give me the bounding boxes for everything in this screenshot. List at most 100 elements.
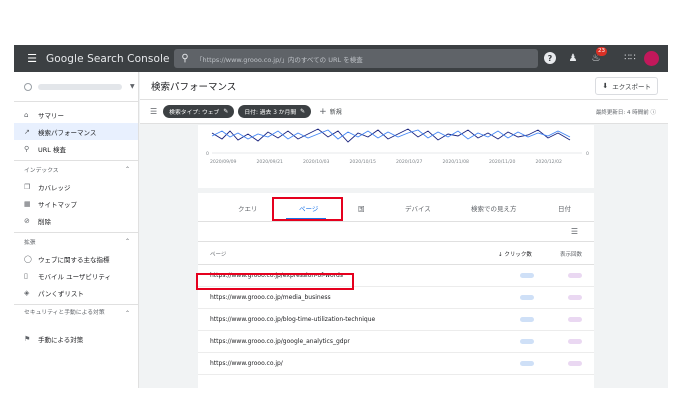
clicks-series-line xyxy=(211,128,571,143)
impressions-value-redacted xyxy=(568,339,582,344)
sidebar-section-enhancements[interactable]: 拡張 ⌃ xyxy=(14,232,138,250)
table-header: ページ ↓ クリック数 表示回数 xyxy=(198,242,594,265)
report-table-card: クエリ ページ 国 デバイス 検索での見え方 日付 ☰ ページ ↓ クリック数 … xyxy=(198,193,594,388)
clicks-value-redacted xyxy=(520,295,534,300)
sidebar-item-manual-actions[interactable]: ⚑ 手動による対策 xyxy=(14,330,138,347)
sidebar-item-label: サマリー xyxy=(38,111,64,120)
filter-icon[interactable]: ☰ xyxy=(150,107,157,116)
page-url[interactable]: https://www.grooo.co.jp/expression-of-wo… xyxy=(210,272,343,279)
clicks-value-redacted xyxy=(520,339,534,344)
clicks-value-redacted xyxy=(520,317,534,322)
table-row[interactable]: https://www.grooo.co.jp/blog-time-utiliz… xyxy=(198,309,594,331)
chevron-up-icon: ⌃ xyxy=(124,310,130,317)
sidebar-item-url-inspection[interactable]: ⚲ URL 検査 xyxy=(14,140,138,157)
menu-icon[interactable]: ☰ xyxy=(20,45,44,72)
apps-grid-icon[interactable]: ∷∷ xyxy=(623,51,637,65)
sidebar-item-label: ウェブに関する主な指標 xyxy=(38,255,110,264)
table-row[interactable]: https://www.grooo.co.jp/ xyxy=(198,353,594,375)
download-icon: ⬇ xyxy=(602,81,609,90)
page-url[interactable]: https://www.grooo.co.jp/google_analytics… xyxy=(210,338,350,345)
avatar[interactable] xyxy=(644,51,659,66)
sidebar-item-removals[interactable]: ⊘ 削除 xyxy=(14,212,138,229)
help-circle-icon[interactable]: ⓘ xyxy=(650,110,656,116)
chart-svg: 0 0 2020/09/09 2020/09/21 2020/10/03 2020/1… xyxy=(206,128,589,165)
active-tab-indicator xyxy=(286,218,326,220)
column-header-clicks-label: クリック数 xyxy=(504,252,532,258)
filter-bar: ☰ 検索タイプ: ウェブ ✎ 日付: 過去 3 か月間 ✎ + 新規 最終更新日… xyxy=(140,100,668,124)
sidebar-item-sitemaps[interactable]: ▦ サイトマップ xyxy=(14,195,138,212)
x-tick-label: 2020/10/03 xyxy=(303,159,330,165)
x-tick-label: 2020/09/09 xyxy=(210,159,237,165)
sidebar-item-coverage[interactable]: ❐ カバレッジ xyxy=(14,178,138,195)
filter-rows-icon[interactable]: ☰ xyxy=(571,227,578,236)
page-url[interactable]: https://www.grooo.co.jp/ xyxy=(210,360,283,367)
dimension-tabs: クエリ ページ 国 デバイス 検索での見え方 日付 xyxy=(198,193,594,222)
sidebar-item-core-web-vitals[interactable]: ◯ ウェブに関する主な指標 xyxy=(14,250,138,267)
globe-icon xyxy=(24,82,32,91)
chevron-up-icon: ⌃ xyxy=(124,166,130,173)
sidebar-item-label: サイトマップ xyxy=(38,200,77,209)
main-content: 検索パフォーマンス ⬇ エクスポート ☰ 検索タイプ: ウェブ ✎ 日付: 過去… xyxy=(140,72,668,388)
add-filter-button[interactable]: + 新規 xyxy=(319,107,342,117)
x-tick-label: 2020/10/15 xyxy=(350,159,377,165)
sidebar: ▼ ⌂ サマリー ↗ 検索パフォーマンス ⚲ URL 検査 インデックス ⌃ ❐… xyxy=(14,72,139,388)
impressions-value-redacted xyxy=(568,273,582,278)
chevron-up-icon: ⌃ xyxy=(124,238,130,245)
export-label: エクスポート xyxy=(612,82,651,91)
search-placeholder: 「https://www.grooo.co.jp/」内のすべての URL を検査 xyxy=(196,55,363,64)
sidebar-section-index[interactable]: インデックス ⌃ xyxy=(14,160,138,178)
last-updated-text: 最終更新日: 4 時間前 xyxy=(595,109,649,116)
table-row[interactable]: https://www.grooo.co.jp/google_analytics… xyxy=(198,331,594,353)
tab-search-appearance[interactable]: 検索での見え方 xyxy=(471,203,517,213)
url-inspection-search[interactable]: ⚲ 「https://www.grooo.co.jp/」内のすべての URL を… xyxy=(174,49,538,68)
sidebar-item-breadcrumbs[interactable]: ◈ パンくずリスト xyxy=(14,284,138,301)
x-tick-label: 2020/12/02 xyxy=(536,159,563,165)
search-icon: ⚲ xyxy=(24,144,30,153)
sidebar-item-label: 削除 xyxy=(38,217,51,226)
trending-up-icon: ↗ xyxy=(24,127,30,136)
tab-queries[interactable]: クエリ xyxy=(238,203,258,213)
page-url[interactable]: https://www.grooo.co.jp/blog-time-utiliz… xyxy=(210,316,375,323)
tab-devices[interactable]: デバイス xyxy=(405,203,431,213)
page-header: 検索パフォーマンス ⬇ エクスポート xyxy=(140,72,668,100)
y-axis-zero-right: 0 xyxy=(586,151,589,157)
chip-date-range[interactable]: 日付: 過去 3 か月間 ✎ xyxy=(238,105,312,118)
impressions-value-redacted xyxy=(568,295,582,300)
performance-chart: 0 0 2020/09/09 2020/09/21 2020/10/03 2020/1… xyxy=(198,125,594,188)
export-button[interactable]: ⬇ エクスポート xyxy=(595,76,658,95)
chip-search-type[interactable]: 検索タイプ: ウェブ ✎ xyxy=(163,105,235,118)
eye-off-icon: ⊘ xyxy=(24,216,30,225)
x-tick-label: 2020/11/20 xyxy=(489,159,516,165)
sidebar-section-security[interactable]: セキュリティと手動による対策 ⌃ xyxy=(14,304,138,330)
sidebar-item-mobile-usability[interactable]: ▯ モバイル ユーザビリティ xyxy=(14,267,138,284)
column-header-impressions[interactable]: 表示回数 xyxy=(560,250,582,258)
flag-icon: ⚑ xyxy=(24,334,31,343)
column-header-page[interactable]: ページ xyxy=(210,250,226,258)
tab-countries[interactable]: 国 xyxy=(358,203,365,213)
notification-badge: 23 xyxy=(596,47,607,56)
app-brand[interactable]: Google Search Console xyxy=(46,53,170,65)
page-title: 検索パフォーマンス xyxy=(151,81,237,93)
x-tick-label: 2020/10/27 xyxy=(396,159,423,165)
page-url[interactable]: https://www.grooo.co.jp/media_business xyxy=(210,294,331,301)
tab-dates[interactable]: 日付 xyxy=(558,203,571,213)
clicks-value-redacted xyxy=(520,361,534,366)
property-selector[interactable]: ▼ xyxy=(14,72,138,102)
y-axis-zero-left: 0 xyxy=(206,151,209,157)
clicks-value-redacted xyxy=(520,273,534,278)
search-console-window: ☰ Google Search Console ⚲ 「https://www.g… xyxy=(14,45,668,388)
sidebar-item-label: モバイル ユーザビリティ xyxy=(38,272,112,281)
property-name-redacted xyxy=(38,83,122,90)
x-axis-ticks: 2020/09/09 2020/09/21 2020/10/03 2020/10/15… xyxy=(210,159,562,165)
tab-pages[interactable]: ページ xyxy=(299,203,318,213)
sidebar-item-performance[interactable]: ↗ 検索パフォーマンス xyxy=(14,123,138,140)
table-row[interactable]: https://www.grooo.co.jp/media_business xyxy=(198,287,594,309)
column-header-clicks[interactable]: ↓ クリック数 xyxy=(498,250,532,258)
table-row[interactable]: https://www.grooo.co.jp/expression-of-wo… xyxy=(198,265,594,287)
sidebar-item-summary[interactable]: ⌂ サマリー xyxy=(14,106,138,123)
section-label: 拡張 xyxy=(24,240,36,246)
people-icon[interactable]: ♟ xyxy=(566,51,580,65)
help-icon[interactable]: ? xyxy=(544,52,556,64)
home-icon: ⌂ xyxy=(24,110,29,119)
edit-icon: ✎ xyxy=(223,108,229,115)
